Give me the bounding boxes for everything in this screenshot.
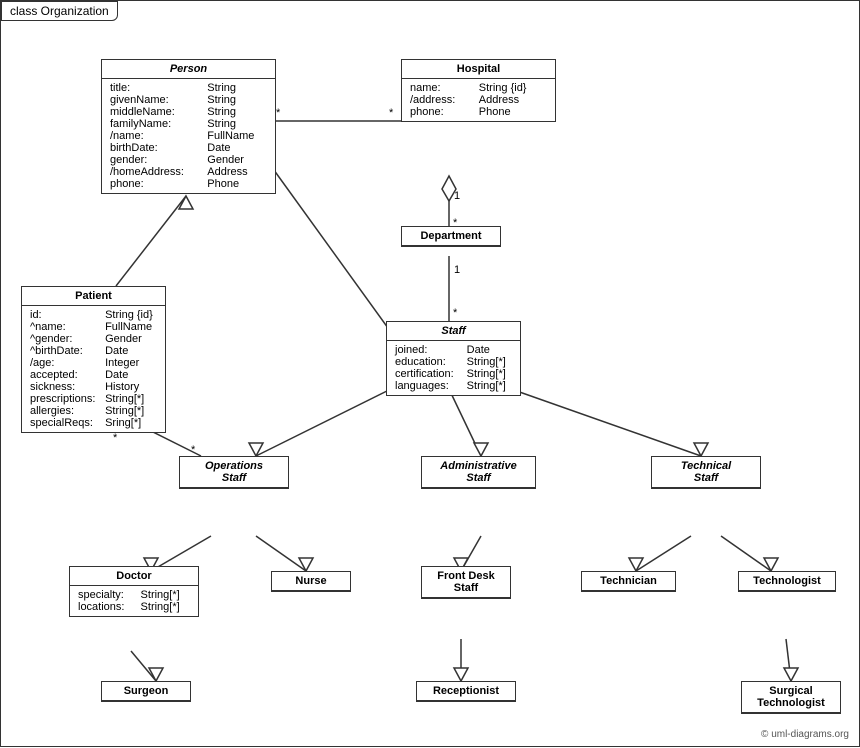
person-class: Person title:String givenName:String mid… — [101, 59, 276, 194]
surgeon-title: Surgeon — [102, 682, 190, 701]
technician-title: Technician — [582, 572, 675, 591]
surgical-technologist-title: SurgicalTechnologist — [742, 682, 840, 713]
hospital-class: Hospital name:String {id} /address:Addre… — [401, 59, 556, 122]
diagram-container: class Organization * * 1 * 1 * * * — [0, 0, 860, 747]
department-class: Department — [401, 226, 501, 247]
copyright: © uml-diagrams.org — [761, 729, 849, 740]
patient-class: Patient id:String {id} ^name:FullName ^g… — [21, 286, 166, 433]
administrative-staff-title: AdministrativeStaff — [422, 457, 535, 488]
operations-staff-title: OperationsStaff — [180, 457, 288, 488]
svg-text:*: * — [276, 107, 281, 119]
svg-text:*: * — [453, 307, 458, 319]
doctor-class: Doctor specialty:String[*] locations:Str… — [69, 566, 199, 617]
front-desk-staff-title: Front DeskStaff — [422, 567, 510, 598]
svg-text:*: * — [191, 444, 196, 456]
staff-body: joined:Date education:String[*] certific… — [387, 341, 520, 395]
nurse-title: Nurse — [272, 572, 350, 591]
surgeon-class: Surgeon — [101, 681, 191, 702]
nurse-class: Nurse — [271, 571, 351, 592]
diagram-title: class Organization — [1, 1, 118, 21]
doctor-body: specialty:String[*] locations:String[*] — [70, 586, 198, 616]
staff-title: Staff — [387, 322, 520, 341]
person-body: title:String givenName:String middleName… — [102, 79, 275, 193]
svg-text:1: 1 — [454, 264, 460, 276]
technical-staff-class: TechnicalStaff — [651, 456, 761, 489]
person-title: Person — [102, 60, 275, 79]
doctor-title: Doctor — [70, 567, 198, 586]
hospital-body: name:String {id} /address:Address phone:… — [402, 79, 555, 121]
receptionist-class: Receptionist — [416, 681, 516, 702]
technologist-title: Technologist — [739, 572, 835, 591]
svg-text:*: * — [389, 107, 394, 119]
technician-class: Technician — [581, 571, 676, 592]
department-title: Department — [402, 227, 500, 246]
receptionist-title: Receptionist — [417, 682, 515, 701]
front-desk-staff-class: Front DeskStaff — [421, 566, 511, 599]
administrative-staff-class: AdministrativeStaff — [421, 456, 536, 489]
hospital-title: Hospital — [402, 60, 555, 79]
svg-text:*: * — [113, 432, 118, 444]
staff-class: Staff joined:Date education:String[*] ce… — [386, 321, 521, 396]
surgical-technologist-class: SurgicalTechnologist — [741, 681, 841, 714]
technologist-class: Technologist — [738, 571, 836, 592]
svg-text:1: 1 — [454, 190, 460, 202]
operations-staff-class: OperationsStaff — [179, 456, 289, 489]
technical-staff-title: TechnicalStaff — [652, 457, 760, 488]
patient-title: Patient — [22, 287, 165, 306]
patient-body: id:String {id} ^name:FullName ^gender:Ge… — [22, 306, 165, 432]
